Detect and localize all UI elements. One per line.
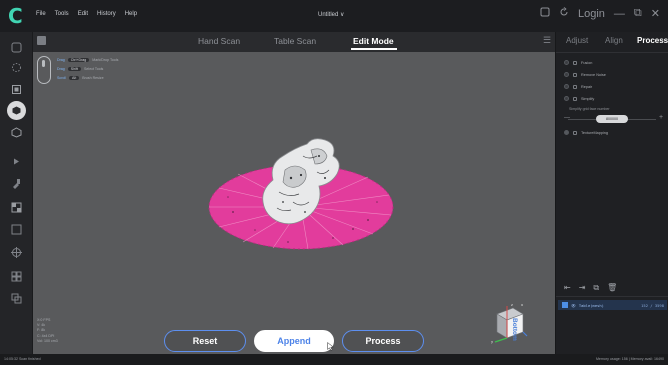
gizmo-face-label: Bottom: [511, 318, 518, 341]
menu-history[interactable]: History: [97, 11, 116, 17]
step-texture-mapping[interactable]: TextureMapping: [564, 130, 608, 135]
checker-texture-icon[interactable]: [8, 200, 24, 214]
menu-file[interactable]: File: [36, 11, 46, 17]
export-icon[interactable]: ⇥: [579, 283, 586, 293]
status-bar: 14:05:32 Scan finished Memory usage: 156…: [0, 354, 668, 365]
copy-icon[interactable]: ⧉: [593, 283, 599, 293]
play-icon[interactable]: [8, 154, 24, 168]
left-toolbar: [0, 32, 33, 354]
brush-icon[interactable]: [8, 176, 24, 190]
svg-text:y: y: [491, 340, 494, 344]
checkbox-icon[interactable]: [573, 72, 577, 77]
tab-process[interactable]: Process: [637, 36, 668, 45]
frame-icon[interactable]: [8, 222, 24, 236]
active-tab-indicator: [351, 48, 397, 50]
visibility-icon[interactable]: 👁: [571, 303, 576, 308]
mouse-help-overlay: Drag Ctrl+Drag Mark/Drop Tools Drag Shif…: [37, 56, 145, 92]
delete-icon[interactable]: 🗑: [607, 283, 617, 293]
help-row: Drag Ctrl+Drag Mark/Drop Tools: [57, 58, 119, 62]
svg-text:z: z: [511, 303, 513, 307]
maximize-button[interactable]: ⧉: [634, 7, 642, 20]
menu-help[interactable]: Help: [125, 11, 137, 17]
layer-name: Table(mesh): [578, 302, 604, 308]
process-button[interactable]: Process: [342, 330, 424, 352]
checkbox-icon[interactable]: [573, 96, 577, 101]
document-title[interactable]: Untitled ∨: [318, 11, 344, 18]
app-logo-icon: C: [8, 4, 23, 28]
checkbox-icon[interactable]: [573, 60, 577, 65]
memory-status: Memory usage: 156 | Memory avail: 16490: [595, 357, 664, 361]
step-status-icon: [564, 130, 569, 135]
menu-tools[interactable]: Tools: [55, 11, 69, 17]
tab-table-scan[interactable]: Table Scan: [274, 36, 316, 46]
window-controls: Login — ⧉ ✕: [540, 7, 660, 20]
checkbox-icon[interactable]: [573, 130, 577, 135]
slider-decrease[interactable]: —: [564, 115, 570, 121]
help-row: Drag Shift Select Tools: [57, 67, 104, 71]
layer-toolbar: ⇤ ⇥ ⧉ 🗑: [564, 283, 617, 293]
step-status-icon: [564, 60, 569, 65]
step-fusion[interactable]: Fusion: [564, 60, 592, 65]
close-button[interactable]: ✕: [651, 7, 660, 20]
mouse-cursor-icon: [327, 342, 334, 351]
reset-button[interactable]: Reset: [164, 330, 246, 352]
minimize-button[interactable]: —: [614, 8, 625, 20]
step-repair[interactable]: Repair: [564, 84, 592, 89]
divider: [556, 296, 668, 297]
step-status-icon: [564, 96, 569, 101]
lasso-select-icon[interactable]: [8, 60, 24, 74]
right-panel: Adjust Align Process Fusion Remove Noise…: [555, 32, 668, 354]
tab-hand-scan[interactable]: Hand Scan: [198, 36, 240, 46]
simplify-label: Simplify grid face number: [569, 107, 610, 111]
scan-model: [208, 138, 394, 250]
layout-icon[interactable]: [540, 7, 550, 20]
svg-text:x: x: [521, 303, 524, 307]
checkbox-icon[interactable]: [573, 84, 577, 89]
title-bar: C File Tools Edit History Help Untitled …: [0, 0, 668, 32]
layer-count: 152 / 3598: [641, 302, 664, 308]
step-remove-noise[interactable]: Remove Noise: [564, 72, 606, 77]
step-simplify[interactable]: Simplify: [564, 96, 594, 101]
refresh-icon[interactable]: [559, 7, 569, 20]
help-row: Scroll Alt Brush Resize: [57, 76, 104, 80]
login-link[interactable]: Login: [578, 8, 605, 20]
slider-increase[interactable]: +: [659, 114, 663, 121]
crosshair-icon[interactable]: [8, 245, 24, 259]
orientation-cube[interactable]: z x y Bottom: [489, 302, 529, 344]
grid-icon[interactable]: [8, 269, 24, 283]
mode-bar: Hand Scan Table Scan Edit Mode ☰: [33, 32, 555, 52]
menu-edit[interactable]: Edit: [78, 11, 88, 17]
mesh-edit-icon[interactable]: [7, 101, 26, 120]
simplify-value[interactable]: 800000: [596, 115, 628, 123]
divider: [556, 52, 668, 53]
status-message: 14:05:32 Scan finished: [4, 357, 41, 361]
select-box-icon[interactable]: [8, 40, 24, 54]
mode-cube-icon[interactable]: [37, 36, 46, 45]
layers-icon[interactable]: [8, 291, 24, 305]
mouse-icon: [37, 56, 51, 84]
import-icon[interactable]: ⇤: [564, 283, 571, 293]
menu-icon[interactable]: ☰: [543, 35, 551, 46]
menu-bar: File Tools Edit History Help: [36, 11, 137, 17]
app-window: C File Tools Edit History Help Untitled …: [0, 0, 668, 365]
step-status-icon: [564, 72, 569, 77]
render-stats: X:0 FPS V: 4k F: 8k C: 4x4 DPI Vol: 100 …: [37, 318, 58, 343]
layer-color-swatch: [562, 302, 568, 308]
tab-edit-mode[interactable]: Edit Mode: [353, 36, 394, 46]
3d-viewport[interactable]: Drag Ctrl+Drag Mark/Drop Tools Drag Shif…: [33, 52, 555, 354]
box-3d-icon[interactable]: [8, 125, 24, 139]
tab-adjust[interactable]: Adjust: [566, 36, 588, 45]
layer-item[interactable]: 👁 Table(mesh) 152 / 3598: [558, 300, 667, 310]
step-status-icon: [564, 84, 569, 89]
tab-align[interactable]: Align: [605, 36, 623, 45]
append-button[interactable]: Append: [254, 330, 334, 352]
cube-view-icon[interactable]: [8, 82, 24, 96]
